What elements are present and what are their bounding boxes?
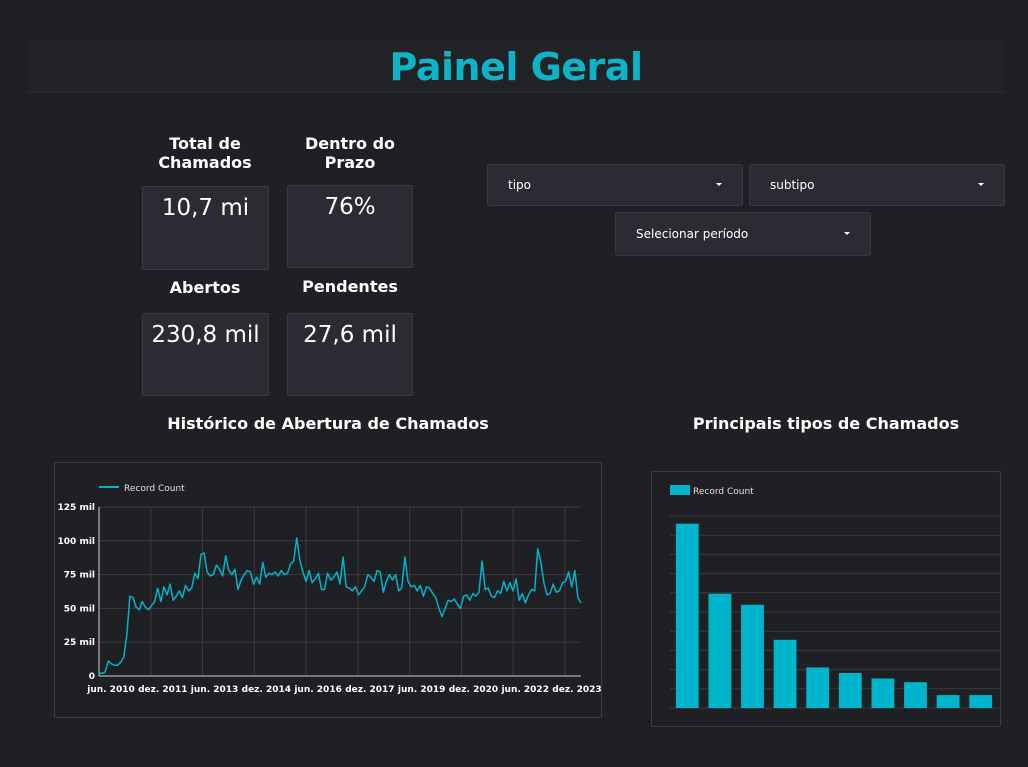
x-tick-label: jun. 2019 (397, 685, 446, 695)
kpi-label-total: Total de Chamados (158, 134, 252, 172)
page-header: Painel Geral (26, 40, 1006, 93)
kpi-value-prazo: 76% (324, 194, 376, 220)
filter-tipo-label: tipo (508, 178, 531, 192)
bar (708, 593, 732, 708)
bar (936, 695, 960, 708)
types-bar-chart: Record Count (670, 485, 1000, 709)
bar (838, 672, 862, 708)
bar (871, 678, 895, 708)
chevron-down-icon (716, 183, 722, 186)
kpi-label-prazo: Dentro do Prazo (304, 134, 396, 172)
bar (741, 604, 764, 708)
kpi-card-pendentes: 27,6 mil (287, 313, 413, 396)
x-tick-label: dez. 2023 (552, 685, 601, 695)
bar (675, 523, 699, 708)
types-chart-panel: Record Count (651, 471, 1001, 727)
x-tick-label: jun. 2016 (293, 685, 342, 695)
kpi-value-total: 10,7 mi (161, 195, 250, 221)
chevron-down-icon (844, 232, 850, 235)
kpi-value-pendentes: 27,6 mil (303, 322, 397, 348)
series-line-record-count (99, 537, 582, 675)
kpi-value-abertos: 230,8 mil (151, 322, 260, 348)
history-chart-panel: Record Count 0 25 mil 50 mil 75 mil 100 mil 12… (54, 462, 602, 718)
bar (969, 695, 993, 708)
x-tick-label: jun. 2013 (190, 685, 239, 695)
filter-tipo-dropdown[interactable]: tipo (487, 164, 743, 206)
types-chart-title: Principais tipos de Chamados (692, 414, 960, 433)
bar (773, 639, 797, 708)
x-tick-label: jun. 2010 (86, 685, 135, 695)
x-tick-label: dez. 2017 (345, 685, 394, 695)
y-tick-label: 125 mil (58, 503, 95, 513)
legend-label: Record Count (124, 484, 185, 494)
kpi-label-pendentes: Pendentes (302, 277, 398, 296)
bar (806, 667, 830, 708)
y-tick-label: 75 mil (64, 571, 95, 581)
kpi-card-prazo: 76% (287, 185, 413, 268)
history-chart-title: Histórico de Abertura de Chamados (167, 414, 489, 433)
x-tick-label: dez. 2014 (242, 685, 291, 695)
y-tick-label: 25 mil (64, 638, 95, 648)
legend-label: Record Count (693, 487, 754, 497)
kpi-card-abertos: 230,8 mil (142, 313, 269, 396)
x-tick-label: jun. 2022 (500, 685, 549, 695)
filter-subtipo-dropdown[interactable]: subtipo (749, 164, 1005, 206)
y-tick-label: 100 mil (58, 537, 95, 547)
y-tick-label: 0 (89, 672, 95, 682)
filter-periodo-label: Selecionar período (636, 227, 749, 241)
chevron-down-icon (978, 183, 984, 186)
x-tick-label: dez. 2020 (449, 685, 498, 695)
y-tick-label: 50 mil (64, 604, 95, 614)
legend-swatch (670, 485, 690, 495)
filter-subtipo-label: subtipo (770, 178, 815, 192)
filter-periodo-dropdown[interactable]: Selecionar período (615, 212, 871, 256)
bar (904, 682, 927, 708)
page-title: Painel Geral (389, 45, 643, 89)
kpi-label-abertos: Abertos (169, 278, 241, 297)
history-line-chart: Record Count 0 25 mil 50 mil 75 mil 100 mil 12… (58, 484, 602, 695)
x-tick-label: dez. 2011 (138, 685, 187, 695)
kpi-card-total: 10,7 mi (142, 186, 269, 270)
